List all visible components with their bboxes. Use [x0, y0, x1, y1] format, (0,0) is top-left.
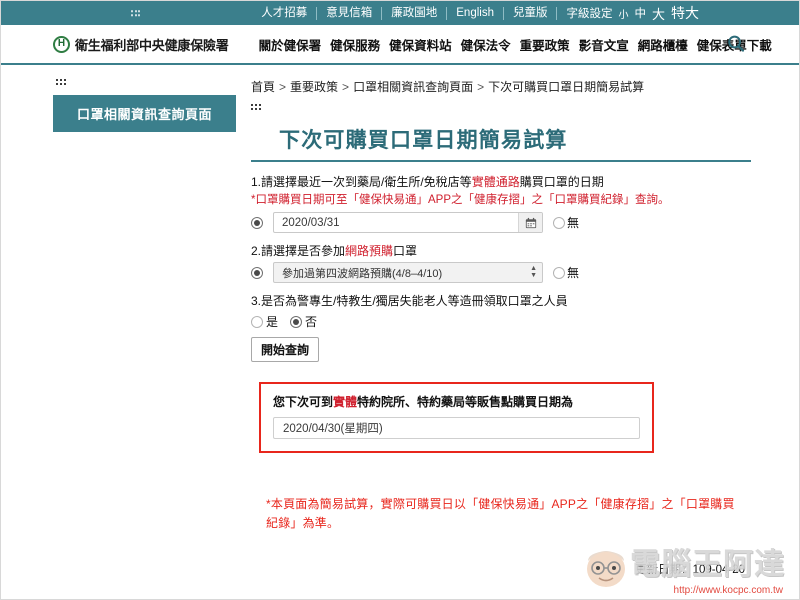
purchase-date-input[interactable]: 2020/03/31	[273, 212, 543, 233]
q2-none-option[interactable]: 無	[553, 264, 579, 281]
breadcrumb-sep-2: >	[342, 80, 350, 94]
preorder-wave-value: 參加過第四波網路預購(4/8–4/10)	[282, 267, 443, 280]
q1-none-label: 無	[567, 216, 580, 230]
question-1-note: *口罩購買日期可至「健保快易通」APP之「健康存摺」之「口罩購買紀錄」查詢。	[251, 194, 670, 206]
font-size-extra-large[interactable]: 特大	[671, 3, 699, 23]
updated-label: 更新日期：	[635, 564, 693, 576]
nav-policies[interactable]: 重要政策	[520, 35, 570, 54]
purchase-date-value: 2020/03/31	[282, 216, 340, 229]
question-3-row: 是 否	[251, 313, 751, 330]
q2-highlight: 網路預購	[345, 244, 394, 258]
top-link-recruit[interactable]: 人才招募	[252, 6, 318, 20]
search-icon[interactable]	[725, 33, 747, 55]
q1-none-radio[interactable]	[553, 216, 565, 229]
breadcrumb-home[interactable]: 首頁	[251, 80, 275, 94]
mascot-face-icon	[587, 551, 625, 587]
page-title: 下次可購買口罩日期簡易試算	[279, 129, 568, 152]
result-label-suffix: 特約院所、特約藥局等販售點購買日期為	[357, 395, 574, 409]
watermark-url: http://www.kocpc.com.tw	[673, 585, 783, 596]
nav-online-counter[interactable]: 網路櫃檯	[638, 35, 688, 54]
content-area: 口罩相關資訊查詢頁面 首頁 > 重要政策 > 口罩相關資訊查詢頁面 > 下次可購買口罩日期簡…	[1, 65, 799, 533]
updated-value: 109-04-20	[692, 564, 745, 576]
q2-prefix: 2.請選擇是否參加	[251, 244, 346, 258]
font-size-label: 字級設定	[566, 8, 613, 20]
q2-select-radio[interactable]	[251, 266, 263, 279]
q3-yes-label: 是	[266, 315, 279, 329]
nav-data-station[interactable]: 健保資料站	[389, 35, 452, 54]
sidebar: 口罩相關資訊查詢頁面	[1, 75, 236, 533]
chevron-updown-icon: ▲ ▼	[530, 265, 537, 279]
q1-none-option[interactable]: 無	[553, 214, 579, 231]
q2-suffix: 口罩	[393, 244, 418, 258]
q3-no-radio[interactable]	[290, 315, 303, 328]
calendar-icon[interactable]	[518, 213, 542, 232]
breadcrumb-sep-1: >	[279, 80, 287, 94]
q2-none-radio[interactable]	[553, 266, 565, 279]
question-2-row: 參加過第四波網路預購(4/8–4/10) ▲ ▼ 無	[251, 262, 751, 283]
font-size-medium[interactable]: 中	[634, 5, 646, 21]
nhi-logo-icon: H	[53, 35, 70, 53]
q1-suffix: 購買口罩的日期	[519, 175, 604, 189]
sidebar-grip-dots-icon	[56, 79, 236, 85]
result-date-value: 2020/04/30(星期四)	[283, 423, 383, 435]
q3-no-label: 否	[305, 315, 318, 329]
site-header: H 衛生福利部中央健康保險署 關於健保署 健保服務 健保資料站 健保法令 重要政…	[1, 25, 799, 65]
result-label-prefix: 您下次可到	[273, 395, 334, 409]
result-label-highlight: 實體	[333, 395, 358, 409]
result-label: 您下次可到實體特約院所、特約藥局等販售點購買日期為	[273, 393, 640, 410]
main-column: 首頁 > 重要政策 > 口罩相關資訊查詢頁面 > 下次可購買口罩日期簡易試算 下次可購買口罩…	[236, 75, 799, 533]
question-1-row: 2020/03/31 無	[251, 212, 751, 233]
breadcrumb-mask-info[interactable]: 口罩相關資訊查詢頁面	[353, 80, 473, 94]
footnote: *本頁面為簡易試算，實際可購買日以「健保快易通」APP之「健康存摺」之「口罩購買…	[266, 497, 735, 530]
q2-none-label: 無	[567, 266, 580, 280]
top-link-feedback[interactable]: 意見信箱	[317, 6, 383, 20]
top-utility-bar: 人才招募 意見信箱 廉政園地 English 兒童版 字級設定 小 中 大 特大	[1, 1, 799, 25]
q3-yes-radio[interactable]	[251, 315, 263, 328]
question-2-label: 2.請選擇是否參加網路預購口罩	[251, 243, 751, 260]
main-grip-dots-icon	[251, 104, 751, 110]
font-size-large[interactable]: 大	[652, 4, 665, 23]
page-root: 人才招募 意見信箱 廉政園地 English 兒童版 字級設定 小 中 大 特大…	[0, 0, 800, 600]
logo-letter: H	[57, 38, 66, 49]
grip-dots-icon	[131, 10, 140, 16]
top-link-integrity[interactable]: 廉政園地	[382, 6, 448, 20]
question-1-label: 1.請選擇最近一次到藥局/衛生所/免稅店等實體通路購買口罩的日期	[251, 174, 751, 191]
breadcrumb-current: 下次可購買口罩日期簡易試算	[488, 80, 645, 94]
breadcrumb: 首頁 > 重要政策 > 口罩相關資訊查詢頁面 > 下次可購買口罩日期簡易試算	[251, 78, 751, 95]
q1-prefix: 1.請選擇最近一次到藥局/衛生所/免稅店等	[251, 175, 472, 189]
title-divider	[251, 160, 751, 162]
font-size-small[interactable]: 小	[618, 6, 628, 21]
q1-date-radio[interactable]	[251, 216, 263, 229]
nav-media[interactable]: 影音文宣	[579, 35, 629, 54]
brand[interactable]: H 衛生福利部中央健康保險署	[53, 35, 229, 54]
preorder-wave-select[interactable]: 參加過第四波網路預購(4/8–4/10) ▲ ▼	[273, 262, 543, 283]
nav-about[interactable]: 關於健保署	[259, 35, 322, 54]
page-title-block: 下次可購買口罩日期簡易試算	[251, 124, 751, 162]
top-link-kids[interactable]: 兒童版	[504, 6, 558, 20]
nav-services[interactable]: 健保服務	[330, 35, 380, 54]
main-navigation: 關於健保署 健保服務 健保資料站 健保法令 重要政策 影音文宣 網路櫃檯 健保表…	[259, 35, 772, 54]
top-link-english[interactable]: English	[447, 6, 504, 20]
font-size-setting: 字級設定 小 中 大 特大	[557, 3, 699, 23]
start-query-button[interactable]: 開始查詢	[251, 337, 320, 362]
top-utility-links: 人才招募 意見信箱 廉政園地 English 兒童版 字級設定 小 中 大 特大	[252, 3, 699, 23]
brand-name: 衛生福利部中央健康保險署	[75, 37, 229, 53]
result-date-field: 2020/04/30(星期四)	[273, 417, 640, 439]
question-3-label: 3.是否為警專生/特教生/獨居失能老人等造冊領取口罩之人員	[251, 294, 568, 308]
q1-highlight: 實體通路	[471, 175, 520, 189]
calculator-form: 1.請選擇最近一次到藥局/衛生所/免稅店等實體通路購買口罩的日期 *口罩購買日期…	[251, 174, 751, 533]
breadcrumb-policies[interactable]: 重要政策	[290, 80, 338, 94]
nav-laws[interactable]: 健保法令	[461, 35, 511, 54]
breadcrumb-sep-3: >	[477, 80, 485, 94]
updated-date: 更新日期：109-04-20	[635, 561, 745, 577]
sidebar-item-mask-info[interactable]: 口罩相關資訊查詢頁面	[53, 95, 236, 132]
result-box: 您下次可到實體特約院所、特約藥局等販售點購買日期為 2020/04/30(星期四…	[259, 382, 654, 453]
